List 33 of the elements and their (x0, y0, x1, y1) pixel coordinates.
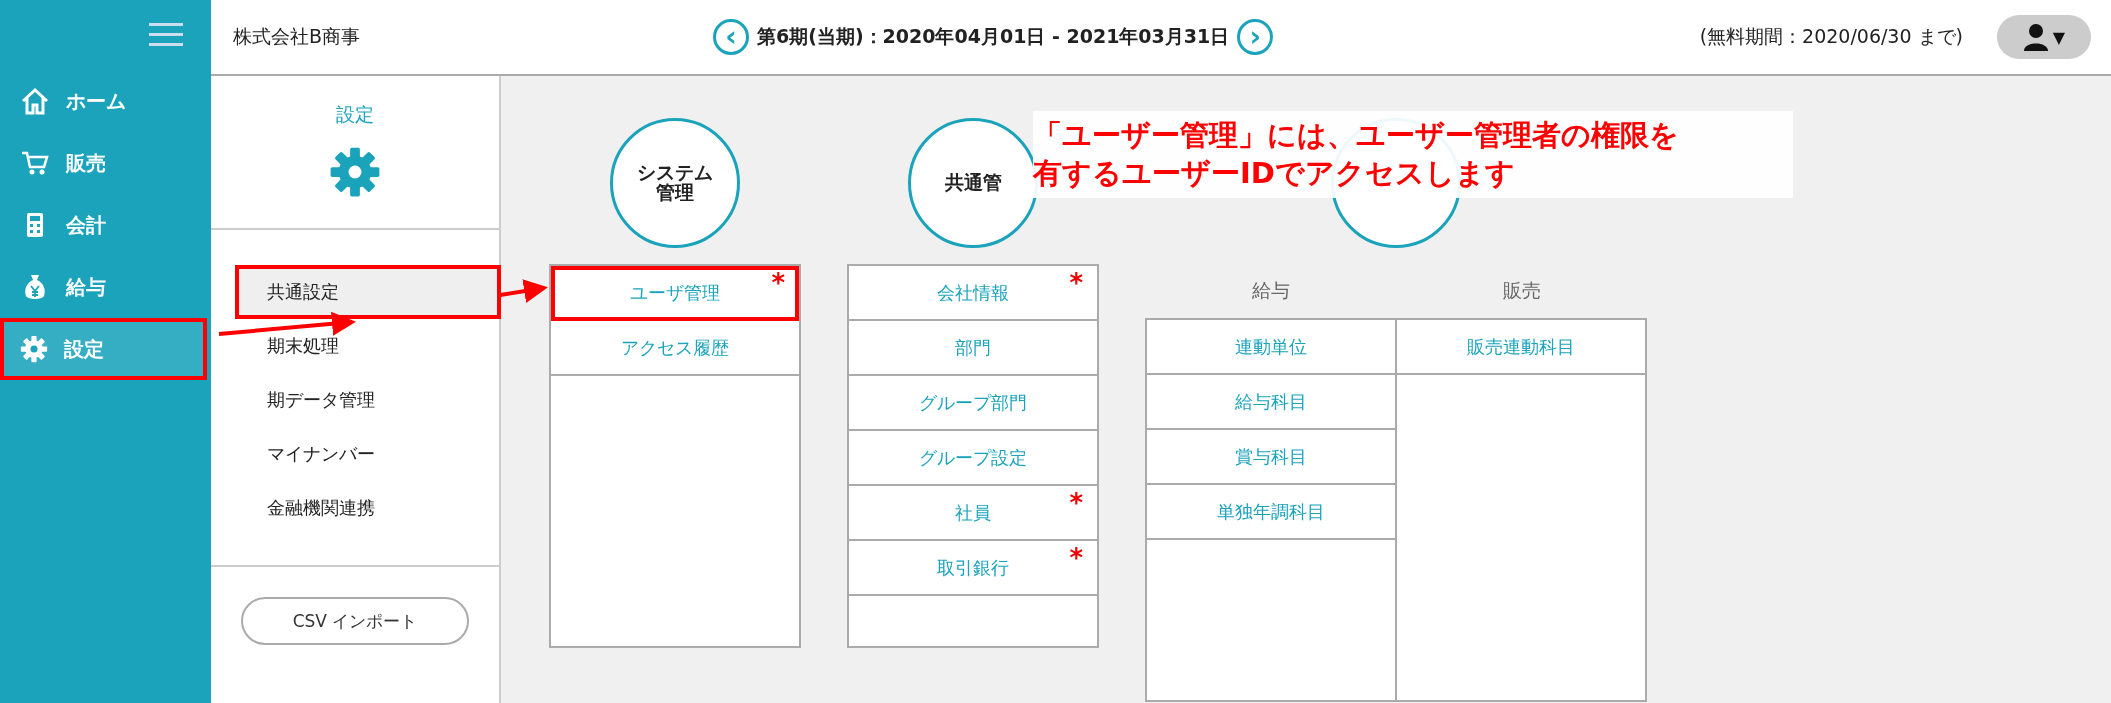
column-heading: 販売 (1503, 278, 1541, 303)
required-mark: * (1069, 488, 1083, 518)
panel-title: 設定 (336, 102, 374, 127)
nav-item[interactable]: 販売 (0, 132, 207, 194)
menu-item[interactable]: 期末処理 (235, 319, 501, 373)
nav-item[interactable]: ホーム (0, 70, 207, 132)
menu-item[interactable]: 期データ管理 (235, 373, 501, 427)
menu-item[interactable]: 共通設定 (235, 265, 501, 319)
menu-icon[interactable] (149, 22, 183, 48)
gear-icon (329, 146, 381, 198)
gear-icon (20, 335, 48, 363)
csv-import-button[interactable]: CSV インポート (241, 597, 469, 645)
company-name: 株式会社B商事 (233, 24, 362, 49)
menu-item[interactable]: 金融機関連携 (235, 481, 501, 535)
previous-button[interactable]: ‹ (713, 19, 749, 55)
arrow (499, 279, 548, 303)
menu-item[interactable]: マイナンバー (235, 427, 501, 481)
required-mark: * (1069, 268, 1083, 298)
column-heading: 給与 (1252, 278, 1290, 303)
person-icon (2022, 23, 2049, 51)
nav-item[interactable]: 会計 (0, 194, 207, 256)
required-mark: * (771, 268, 785, 298)
home-icon (20, 87, 50, 115)
list-link[interactable]: ユーザ管理 * (551, 266, 799, 321)
nav-item[interactable]: 給与 (0, 256, 207, 318)
trial-period: (無料期間：2020/06/30 まで) (1699, 24, 1963, 49)
nav-item[interactable]: 設定 (0, 318, 207, 380)
user-menu-button[interactable]: ▼ (1997, 15, 2091, 59)
period-text: 第6期(当期)：2020年04月01日 - 2021年03月31日 (757, 24, 1230, 49)
next-button[interactable]: › (1237, 19, 1274, 55)
category-circle[interactable]: システム 管理 (610, 118, 740, 248)
cart-icon (20, 149, 50, 177)
required-mark: * (1069, 543, 1083, 573)
